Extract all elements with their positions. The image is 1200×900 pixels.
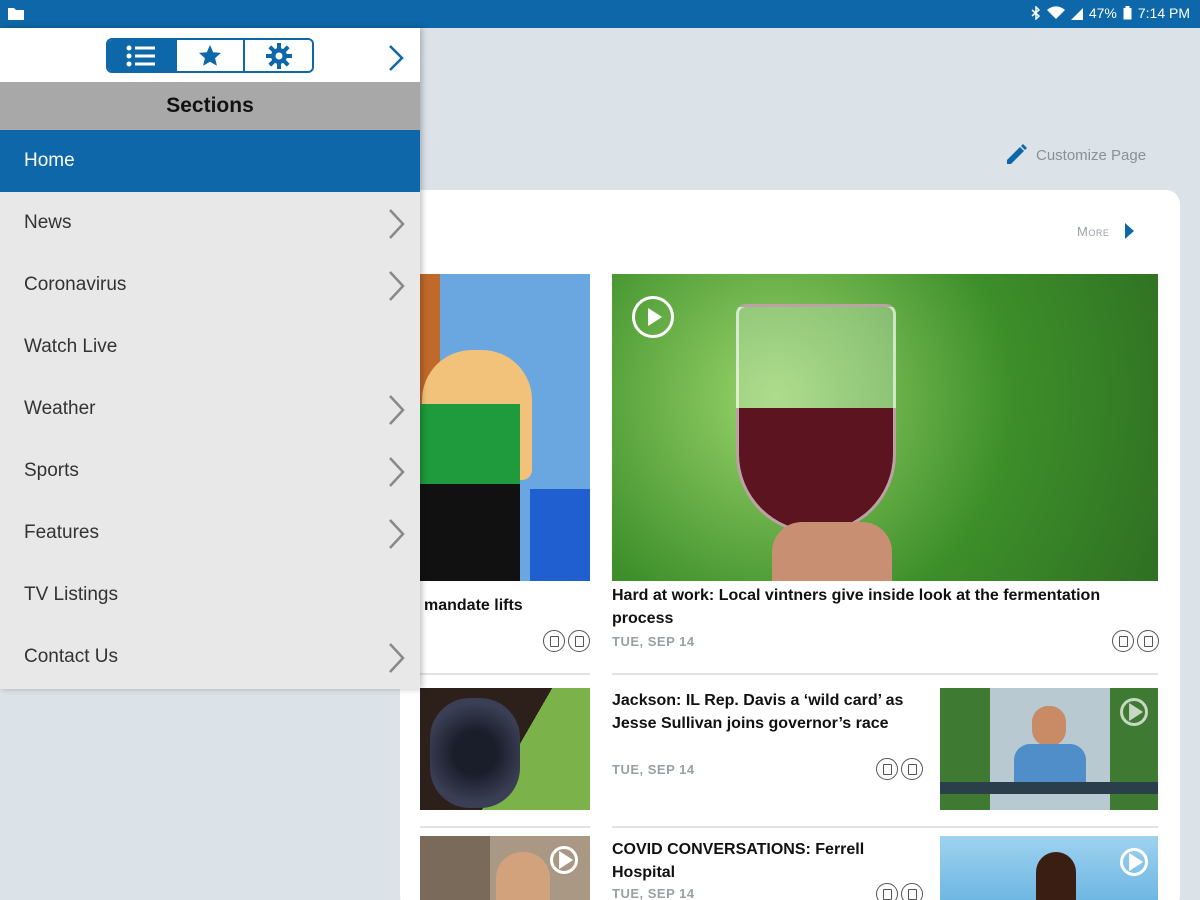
share-icon[interactable]: [901, 883, 923, 900]
sidebar-item-label: Watch Live: [24, 336, 118, 357]
save-icon[interactable]: [876, 758, 898, 780]
story-date: TUE, SEP 14: [612, 886, 695, 900]
sidebar-item-sports[interactable]: Sports: [0, 440, 420, 502]
story-actions: [876, 758, 923, 780]
sections-title: Sections: [0, 82, 420, 130]
story-headline[interactable]: Jackson: IL Rep. Davis a ‘wild card’ as …: [612, 689, 922, 735]
story-image-partial[interactable]: [420, 836, 590, 900]
play-icon[interactable]: [1120, 698, 1148, 726]
folder-icon: [8, 8, 24, 20]
battery-icon: [1123, 6, 1132, 20]
close-drawer-chevron-icon[interactable]: [386, 44, 406, 72]
divider: [420, 826, 590, 828]
sidebar-item-label: TV Listings: [24, 584, 118, 605]
sidebar-item-features[interactable]: Features: [0, 502, 420, 564]
clock: 7:14 PM: [1137, 5, 1190, 21]
sidebar-item-watch-live[interactable]: Watch Live: [0, 316, 420, 378]
sidebar-item-home[interactable]: Home: [0, 130, 420, 192]
arrow-right-icon: [1125, 223, 1135, 239]
sidebar-item-tv-listings[interactable]: TV Listings: [0, 564, 420, 626]
navigation-drawer: Sections Home News Coronavirus Watch Live We…: [0, 28, 420, 689]
sidebar-item-label: Weather: [24, 398, 96, 419]
story-date: TUE, SEP 14: [612, 634, 695, 649]
story-headline[interactable]: COVID CONVERSATIONS: Ferrell Hospital: [612, 838, 922, 884]
story-headline[interactable]: Hard at work: Local vintners give inside…: [612, 584, 1132, 630]
divider: [420, 673, 590, 675]
star-icon: [199, 44, 221, 66]
sidebar-item-label: Contact Us: [24, 646, 118, 667]
story-actions: [1112, 630, 1159, 652]
share-icon[interactable]: [568, 630, 590, 652]
tab-sections[interactable]: [108, 40, 177, 71]
chevron-right-icon[interactable]: [386, 518, 406, 550]
chevron-right-icon[interactable]: [386, 270, 406, 302]
save-icon[interactable]: [543, 630, 565, 652]
tab-settings[interactable]: [245, 40, 312, 71]
story-image-anchor[interactable]: [420, 274, 590, 581]
sidebar-item-label: News: [24, 212, 72, 233]
more-link[interactable]: More: [1077, 223, 1135, 239]
play-icon[interactable]: [632, 296, 674, 338]
story-actions: [876, 883, 923, 900]
sidebar-item-label: Home: [24, 150, 75, 171]
share-icon[interactable]: [901, 758, 923, 780]
chevron-right-icon[interactable]: [386, 394, 406, 426]
customize-page-label: Customize Page: [1036, 146, 1147, 164]
story-image-grapes[interactable]: [420, 688, 590, 810]
story-image-covid[interactable]: [940, 836, 1158, 900]
story-date: TUE, SEP 14: [612, 762, 695, 777]
sidebar-item-label: Features: [24, 522, 99, 543]
play-icon[interactable]: [550, 846, 578, 874]
sidebar-item-contact-us[interactable]: Contact Us: [0, 626, 420, 688]
tab-favorites[interactable]: [176, 40, 246, 71]
drawer-toolbar: [0, 28, 420, 82]
story-image-sullivan[interactable]: [940, 688, 1158, 810]
gear-icon: [265, 42, 292, 69]
divider: [612, 673, 1158, 675]
sidebar-item-coronavirus[interactable]: Coronavirus: [0, 254, 420, 316]
save-icon[interactable]: [1112, 630, 1134, 652]
pencil-icon: [1007, 144, 1027, 164]
signal-icon: [1070, 8, 1083, 20]
status-bar: 47% 7:14 PM: [0, 0, 1200, 28]
sidebar-item-weather[interactable]: Weather: [0, 378, 420, 440]
list-icon: [126, 45, 156, 66]
bluetooth-icon: [1031, 6, 1040, 20]
sidebar-item-news[interactable]: News: [0, 192, 420, 254]
divider: [612, 826, 1158, 828]
chevron-right-icon[interactable]: [386, 642, 406, 674]
drawer-tab-switcher: [106, 38, 314, 73]
story-image-wine[interactable]: [612, 274, 1158, 581]
story-headline[interactable]: mandate lifts: [424, 594, 594, 617]
more-label: More: [1077, 223, 1110, 239]
sections-menu: Home News Coronavirus Watch Live Weather Spor…: [0, 130, 420, 688]
save-icon[interactable]: [876, 883, 898, 900]
chevron-right-icon[interactable]: [386, 208, 406, 240]
share-icon[interactable]: [1137, 630, 1159, 652]
battery-percent: 47%: [1088, 5, 1117, 21]
sidebar-item-label: Coronavirus: [24, 274, 127, 295]
sidebar-item-label: Sports: [24, 460, 79, 481]
wifi-icon: [1046, 6, 1065, 20]
story-actions: [543, 630, 590, 652]
chevron-right-icon[interactable]: [386, 456, 406, 488]
customize-page-button[interactable]: Customize Page: [1004, 143, 1146, 167]
play-icon[interactable]: [1120, 848, 1148, 876]
